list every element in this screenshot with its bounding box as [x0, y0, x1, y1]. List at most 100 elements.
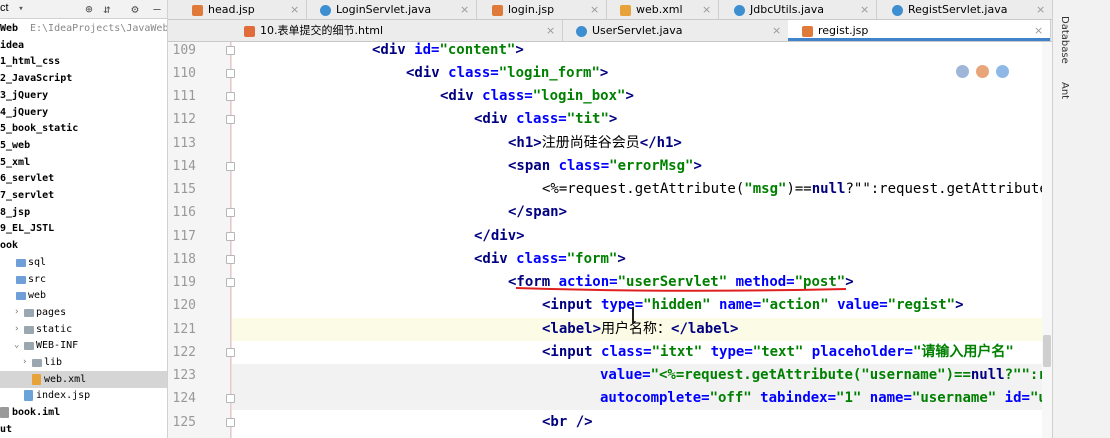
- tree-root-label: Web: [0, 23, 19, 34]
- close-icon[interactable]: ×: [772, 20, 781, 42]
- tree-item[interactable]: 8_jsp: [0, 204, 167, 221]
- close-icon[interactable]: ×: [860, 0, 869, 19]
- tree-item[interactable]: 9_EL_JSTL: [0, 220, 167, 237]
- editor-tab-loginservlet-java[interactable]: LoginServlet.java ×: [306, 0, 476, 19]
- fold-marker-icon[interactable]: [226, 161, 235, 171]
- tree-item-label: WEB-INF: [36, 340, 79, 352]
- code-token: class=: [601, 343, 652, 360]
- editor-tab-10-html[interactable]: 10.表单提交的细节.html ×: [230, 20, 562, 41]
- fold-marker-icon[interactable]: [226, 394, 235, 404]
- code-line[interactable]: <div class="tit">: [474, 108, 617, 131]
- tab-separator: [1050, 20, 1051, 41]
- fold-marker-icon[interactable]: [226, 68, 235, 78]
- tree-item[interactable]: 7_servlet: [0, 187, 167, 204]
- close-icon[interactable]: ×: [702, 0, 711, 19]
- code-token: 用户名称：: [601, 320, 672, 337]
- tree-item[interactable]: src: [0, 271, 167, 288]
- editor-tab-registservlet-java[interactable]: RegistServlet.java ×: [878, 0, 1052, 19]
- tree-item[interactable]: ut: [0, 421, 167, 438]
- fold-marker-icon[interactable]: [226, 115, 235, 125]
- line-number: 121: [172, 321, 196, 337]
- fold-marker-icon[interactable]: [226, 92, 235, 101]
- fold-marker-icon[interactable]: [226, 45, 235, 55]
- fold-marker-icon[interactable]: [226, 231, 235, 241]
- tree-item[interactable]: web: [0, 287, 167, 304]
- code-line[interactable]: </div>: [474, 225, 525, 248]
- tree-item[interactable]: 5_book_static: [0, 120, 167, 137]
- code-line[interactable]: <br />: [542, 434, 593, 438]
- editor-scrollbar[interactable]: [1042, 42, 1052, 438]
- code-line[interactable]: <div class="login_box">: [440, 85, 634, 108]
- editor-tab-head-jsp[interactable]: head.jsp ×: [178, 0, 306, 19]
- ant-tool-button[interactable]: Ant: [1059, 82, 1070, 99]
- firefox-icon[interactable]: [976, 65, 989, 78]
- chevron-icon[interactable]: ›: [14, 304, 24, 321]
- close-icon[interactable]: ×: [460, 0, 469, 19]
- close-icon[interactable]: ×: [290, 0, 299, 19]
- code-line[interactable]: <br />: [542, 411, 593, 434]
- chevron-icon[interactable]: ⌄: [14, 337, 24, 354]
- target-icon[interactable]: ⊕: [82, 1, 96, 17]
- tree-item[interactable]: › pages: [0, 304, 167, 321]
- code-line[interactable]: <div class="login_form">: [406, 62, 608, 85]
- tree-item[interactable]: 6_servlet: [0, 170, 167, 187]
- fold-marker-icon[interactable]: [226, 347, 235, 357]
- editor-tab-login-jsp[interactable]: login.jsp ×: [478, 0, 606, 19]
- code-line[interactable]: <%=request.getAttribute("msg")==null?"":…: [542, 178, 1052, 201]
- code-line[interactable]: <span class="errorMsg">: [508, 155, 702, 178]
- tree-item[interactable]: book.iml: [0, 404, 167, 421]
- code-line[interactable]: <label>用户名称：</label>: [542, 318, 738, 341]
- ie-icon[interactable]: [996, 65, 1009, 78]
- database-tool-button[interactable]: Database: [1059, 16, 1070, 64]
- tree-item[interactable]: › static: [0, 321, 167, 338]
- scroll-marker[interactable]: [1043, 335, 1051, 367]
- editor-tab-regist-jsp[interactable]: regist.jsp ×: [788, 20, 1050, 41]
- code-line[interactable]: </span>: [508, 201, 567, 224]
- project-view-selector[interactable]: ct: [0, 2, 9, 14]
- close-icon[interactable]: ×: [590, 0, 599, 19]
- code-token: id=: [1004, 390, 1030, 407]
- code-line[interactable]: autocomplete="off" tabindex="1" name="us…: [600, 387, 1052, 410]
- tree-item[interactable]: 1_html_css: [0, 53, 167, 70]
- tree-root[interactable]: Web E:\IdeaProjects\JavaWeb: [0, 20, 167, 37]
- close-icon[interactable]: ×: [546, 20, 555, 42]
- tree-item[interactable]: 5_web: [0, 137, 167, 154]
- folder-icon: [16, 258, 26, 267]
- code-line[interactable]: <h1>注册尚硅谷会员</h1>: [508, 132, 682, 155]
- chevron-icon[interactable]: ›: [22, 354, 32, 371]
- editor-tab-jdbcutils-java[interactable]: JdbcUtils.java ×: [720, 0, 876, 19]
- code-line[interactable]: <input class="itxt" type="text" placehol…: [542, 341, 1014, 364]
- tree-item[interactable]: 3_jQuery: [0, 87, 167, 104]
- code-line[interactable]: <div id="content">: [372, 42, 524, 62]
- code-token: "action": [761, 297, 829, 314]
- tree-item[interactable]: › lib: [0, 354, 167, 371]
- chevron-icon[interactable]: ›: [14, 321, 24, 338]
- code-editor[interactable]: 109 110 111 112 113 114 115 116 117 118 119 120 121 1…: [168, 42, 1052, 438]
- chrome-icon[interactable]: [956, 65, 969, 78]
- tree-item[interactable]: 5_xml: [0, 154, 167, 171]
- code-line[interactable]: value="<%=request.getAttribute("username…: [600, 364, 1052, 387]
- minimize-icon[interactable]: —: [150, 1, 164, 17]
- tree-item[interactable]: ook: [0, 237, 167, 254]
- tree-item[interactable]: idea: [0, 37, 167, 54]
- tree-item[interactable]: sql: [0, 254, 167, 271]
- close-icon[interactable]: ×: [1034, 20, 1043, 42]
- tree-item[interactable]: web.xml: [0, 370, 167, 388]
- close-icon[interactable]: ×: [1036, 0, 1045, 19]
- gear-icon[interactable]: ⚙: [128, 1, 142, 17]
- tree-item[interactable]: index.jsp: [0, 387, 167, 404]
- tree-item[interactable]: 2_JavaScript: [0, 70, 167, 87]
- fold-marker-icon[interactable]: [226, 417, 235, 427]
- tree-item[interactable]: 4_jQuery: [0, 104, 167, 121]
- tree-item[interactable]: ⌄ WEB-INF: [0, 337, 167, 354]
- fold-marker-icon[interactable]: [226, 254, 235, 264]
- fold-marker-icon[interactable]: [226, 278, 235, 287]
- code-line[interactable]: <input type="hidden" name="action" value…: [542, 294, 964, 317]
- code-line[interactable]: <div class="form">: [474, 248, 626, 271]
- collapse-icon[interactable]: ⇵: [100, 1, 114, 17]
- editor-tab-userservlet-java[interactable]: UserServlet.java ×: [562, 20, 788, 41]
- editor-tab-web-xml[interactable]: web.xml ×: [606, 0, 718, 19]
- chevron-down-icon[interactable]: ▾: [14, 1, 28, 17]
- fold-marker-icon[interactable]: [226, 208, 235, 218]
